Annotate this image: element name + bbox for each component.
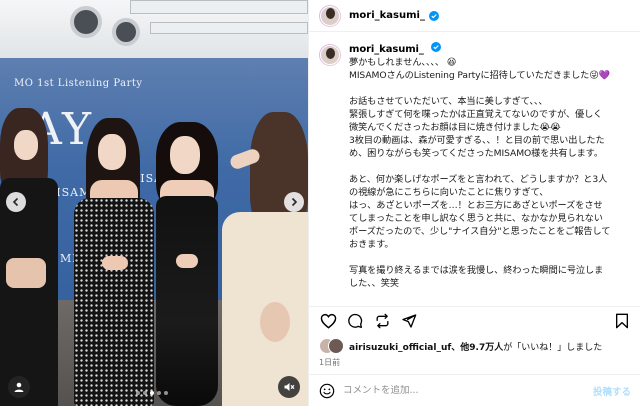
avatar	[328, 338, 344, 354]
caption-line: の視線が急にこちらに向いたことに焦りすぎて、	[349, 187, 549, 198]
emoji-icon[interactable]	[319, 383, 335, 399]
liker-avatars	[319, 338, 345, 354]
person-face	[170, 136, 200, 174]
comment-box: 投稿する	[309, 374, 640, 406]
likes-tail: が「いいね！」しました	[503, 342, 603, 353]
caption-line: ポーズだったので、少し"ナイス自分"と思ったことをご報告して	[349, 226, 611, 237]
carousel-dot	[157, 391, 161, 395]
comment-icon	[348, 313, 363, 328]
mute-icon	[284, 383, 295, 391]
share-icon	[402, 313, 417, 328]
chevron-right-icon	[291, 197, 298, 207]
media-ceiling-rail	[130, 0, 308, 14]
person-arm	[102, 256, 128, 270]
caption-line: め、困りながらも笑ってくださったMISAMO様を共有します。	[349, 148, 603, 159]
caption-area: mori_kasumi_ 夢かもしれません、、、、 😆 MISAMOさんのList…	[309, 38, 640, 302]
caption-username[interactable]: mori_kasumi_	[349, 44, 424, 55]
caption-line: はっ、あざといポーズを…！とお三方にあざといポーズをさせ	[349, 200, 603, 211]
caption-author-line: mori_kasumi_	[349, 42, 631, 56]
verified-badge-icon	[430, 42, 441, 52]
media-ceiling-rail	[150, 22, 308, 34]
person-cutout	[260, 302, 290, 342]
person-face	[14, 130, 38, 160]
repost-button[interactable]	[373, 312, 391, 330]
carousel-prev-button[interactable]	[6, 192, 26, 212]
avatar[interactable]	[319, 44, 341, 66]
carousel-dot	[164, 391, 168, 395]
caption-line: お話もさせていただいて、本当に美しすぎて、、、	[349, 96, 548, 107]
person-left	[0, 108, 60, 406]
post-timestamp[interactable]: 1日前	[319, 357, 340, 368]
person-face	[98, 134, 126, 170]
caption-line: あと、何か楽しげなポーズをと言われて、どうしますか？と3人	[349, 174, 608, 185]
caption-body: mori_kasumi_ 夢かもしれません、、、、 😆 MISAMOさんのList…	[349, 42, 631, 302]
verified-badge-icon	[428, 10, 439, 21]
chevron-left-icon	[12, 197, 19, 207]
carousel-indicator	[136, 391, 168, 395]
caption-line: 3枚目の動画は、森が可愛すぎる、、！と目の前で思い出したた	[349, 135, 605, 146]
save-button[interactable]	[613, 312, 631, 330]
repost-icon	[376, 313, 388, 328]
likes-summary[interactable]: airisuzuki_official_uf、他9.7万人が「いいね！」しました	[319, 338, 602, 354]
action-bar	[309, 306, 640, 334]
caption-line: 写真を撮り終えるまでは涙を我慢し、終わった瞬間に号泣しま	[349, 265, 604, 276]
carousel-dot	[150, 391, 154, 395]
carousel-dot	[143, 391, 147, 395]
heart-icon	[320, 313, 336, 329]
person-hands	[176, 254, 198, 268]
carousel-next-button[interactable]	[284, 192, 304, 212]
user-tag-icon	[14, 382, 24, 392]
person-dress	[74, 198, 154, 406]
carousel-dot	[136, 391, 140, 395]
person-polka-dress	[68, 118, 160, 406]
comment-button[interactable]	[346, 312, 364, 330]
caption-line: おきます。	[349, 239, 394, 250]
likes-user[interactable]: airisuzuki_official_uf	[349, 343, 451, 353]
mute-button[interactable]	[278, 376, 300, 398]
caption-line: 微笑んでくださったお顔は目に焼き付けました😭😭	[349, 122, 561, 133]
post-panel: mori_kasumi_ mori_kasumi_ 夢かもしれません、、、、 😆…	[308, 0, 640, 406]
caption-text: 夢かもしれません、、、、 😆 MISAMOさんのListening Partyに招…	[349, 56, 631, 302]
post-comment-button[interactable]: 投稿する	[593, 384, 631, 398]
header-username[interactable]: mori_kasumi_	[349, 10, 425, 21]
person-gown	[156, 196, 218, 406]
comment-input[interactable]	[343, 385, 593, 396]
backdrop-event-title: MO 1st Listening Party	[14, 78, 143, 89]
avatar-image	[320, 45, 340, 65]
tagged-users-button[interactable]	[8, 376, 30, 398]
person-right	[212, 112, 308, 406]
avatar[interactable]	[319, 4, 341, 27]
share-button[interactable]	[400, 312, 418, 330]
likes-count[interactable]: 、他9.7万人	[451, 343, 503, 353]
media-ceiling-duct	[70, 6, 102, 38]
post-header: mori_kasumi_	[309, 0, 640, 32]
post-media[interactable]: MO 1st Listening Party AY MISAMO MISAMO …	[0, 0, 308, 406]
caption-line: てしまったことを申し訳なく思うと共に、なかなか見られない	[349, 213, 603, 224]
like-button[interactable]	[319, 312, 337, 330]
caption-line: した、、笑笑	[349, 278, 399, 289]
caption-line: MISAMOさんのListening Partyに招待していただきました😜💜	[349, 70, 611, 81]
caption-line: 緊張しすぎて何を喋ったかは正直覚えてないのですが、優しく	[349, 109, 603, 120]
media-ceiling-duct	[112, 18, 140, 46]
avatar-image	[320, 5, 340, 26]
likes-text: airisuzuki_official_uf、他9.7万人が「いいね！」しました	[349, 340, 602, 353]
bookmark-icon	[616, 313, 628, 328]
caption-line: 夢かもしれません、、、、 😆	[349, 57, 457, 68]
person-skin	[6, 258, 46, 288]
person-outfit	[0, 178, 58, 406]
